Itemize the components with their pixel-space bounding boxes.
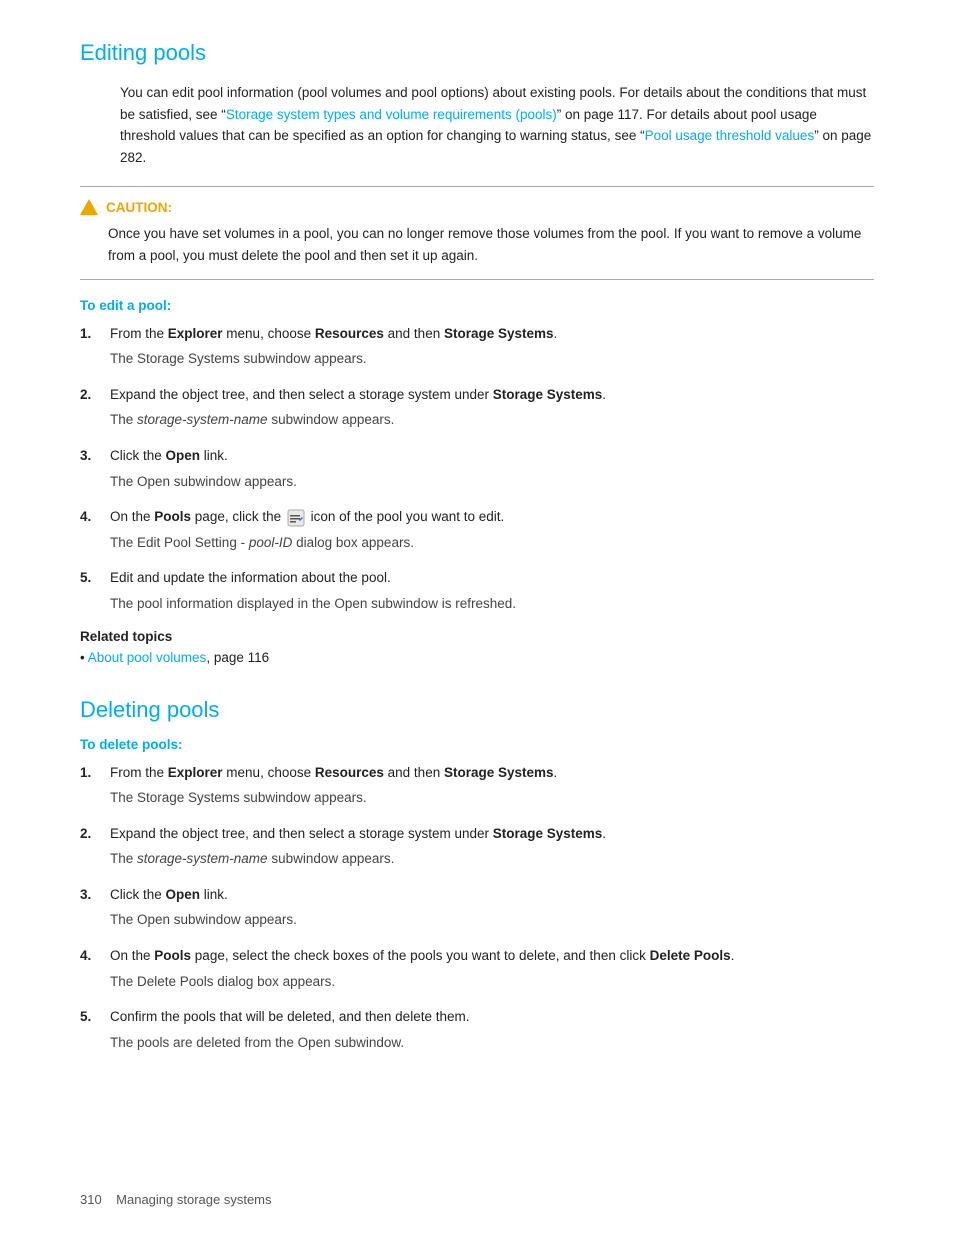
step-content: On the Pools page, select the check boxe… [110, 945, 874, 992]
related-topics-heading: Related topics [80, 629, 874, 644]
page-footer: 310 Managing storage systems [80, 1192, 272, 1207]
step-number: 3. [80, 445, 98, 492]
step-number: 5. [80, 1006, 98, 1053]
link-pool-usage-threshold[interactable]: Pool usage threshold values [645, 128, 815, 143]
edit-step-3: 3. Click the Open link. The Open subwind… [80, 445, 874, 492]
step-number: 4. [80, 945, 98, 992]
step-sub: The Delete Pools dialog box appears. [110, 971, 874, 993]
related-topics: Related topics About pool volumes, page … [80, 629, 874, 665]
editing-pools-intro: You can edit pool information (pool volu… [120, 82, 874, 168]
related-topic-item: About pool volumes, page 116 [80, 650, 874, 665]
step-content: Expand the object tree, and then select … [110, 823, 874, 870]
caution-triangle-icon [80, 199, 98, 215]
delete-step-4: 4. On the Pools page, select the check b… [80, 945, 874, 992]
step-number: 2. [80, 823, 98, 870]
step-sub: The storage-system-name subwindow appear… [110, 848, 874, 870]
caution-label: CAUTION: [106, 200, 172, 215]
step-sub: The Storage Systems subwindow appears. [110, 787, 874, 809]
step-content: Edit and update the information about th… [110, 567, 874, 614]
step-content: From the Explorer menu, choose Resources… [110, 762, 874, 809]
to-edit-pool-heading: To edit a pool: [80, 298, 874, 313]
footer-text: Managing storage systems [116, 1192, 271, 1207]
step-number: 4. [80, 506, 98, 553]
step-content: Confirm the pools that will be deleted, … [110, 1006, 874, 1053]
step-sub: The pool information displayed in the Op… [110, 593, 874, 615]
step-sub: The pools are deleted from the Open subw… [110, 1032, 874, 1054]
edit-pool-steps: 1. From the Explorer menu, choose Resour… [80, 323, 874, 615]
step-content: Expand the object tree, and then select … [110, 384, 874, 431]
edit-step-4: 4. On the Pools page, click the icon of … [80, 506, 874, 553]
link-storage-system-types[interactable]: Storage system types and volume requirem… [226, 107, 557, 122]
step-number: 1. [80, 323, 98, 370]
step-content: From the Explorer menu, choose Resources… [110, 323, 874, 370]
step-sub: The Open subwindow appears. [110, 471, 874, 493]
step-sub: The Edit Pool Setting - pool-ID dialog b… [110, 532, 874, 554]
step-sub: The storage-system-name subwindow appear… [110, 409, 874, 431]
step-number: 1. [80, 762, 98, 809]
link-about-pool-volumes[interactable]: About pool volumes [88, 650, 207, 665]
related-topics-list: About pool volumes, page 116 [80, 650, 874, 665]
delete-step-1: 1. From the Explorer menu, choose Resour… [80, 762, 874, 809]
step-content: Click the Open link. The Open subwindow … [110, 445, 874, 492]
step-number: 3. [80, 884, 98, 931]
caution-header: CAUTION: [80, 199, 874, 215]
edit-pool-icon [287, 509, 305, 527]
edit-step-5: 5. Edit and update the information about… [80, 567, 874, 614]
deleting-pools-title: Deleting pools [80, 697, 874, 723]
step-content: Click the Open link. The Open subwindow … [110, 884, 874, 931]
step-content: On the Pools page, click the icon of the… [110, 506, 874, 553]
delete-step-3: 3. Click the Open link. The Open subwind… [80, 884, 874, 931]
caution-text: Once you have set volumes in a pool, you… [108, 223, 874, 266]
edit-step-2: 2. Expand the object tree, and then sele… [80, 384, 874, 431]
to-delete-pools-heading: To delete pools: [80, 737, 874, 752]
edit-step-1: 1. From the Explorer menu, choose Resour… [80, 323, 874, 370]
delete-step-5: 5. Confirm the pools that will be delete… [80, 1006, 874, 1053]
caution-box: CAUTION: Once you have set volumes in a … [80, 186, 874, 279]
step-sub: The Open subwindow appears. [110, 909, 874, 931]
delete-step-2: 2. Expand the object tree, and then sele… [80, 823, 874, 870]
delete-pool-steps: 1. From the Explorer menu, choose Resour… [80, 762, 874, 1054]
step-number: 5. [80, 567, 98, 614]
page-number: 310 [80, 1192, 102, 1207]
editing-pools-title: Editing pools [80, 40, 874, 66]
step-sub: The Storage Systems subwindow appears. [110, 348, 874, 370]
step-number: 2. [80, 384, 98, 431]
